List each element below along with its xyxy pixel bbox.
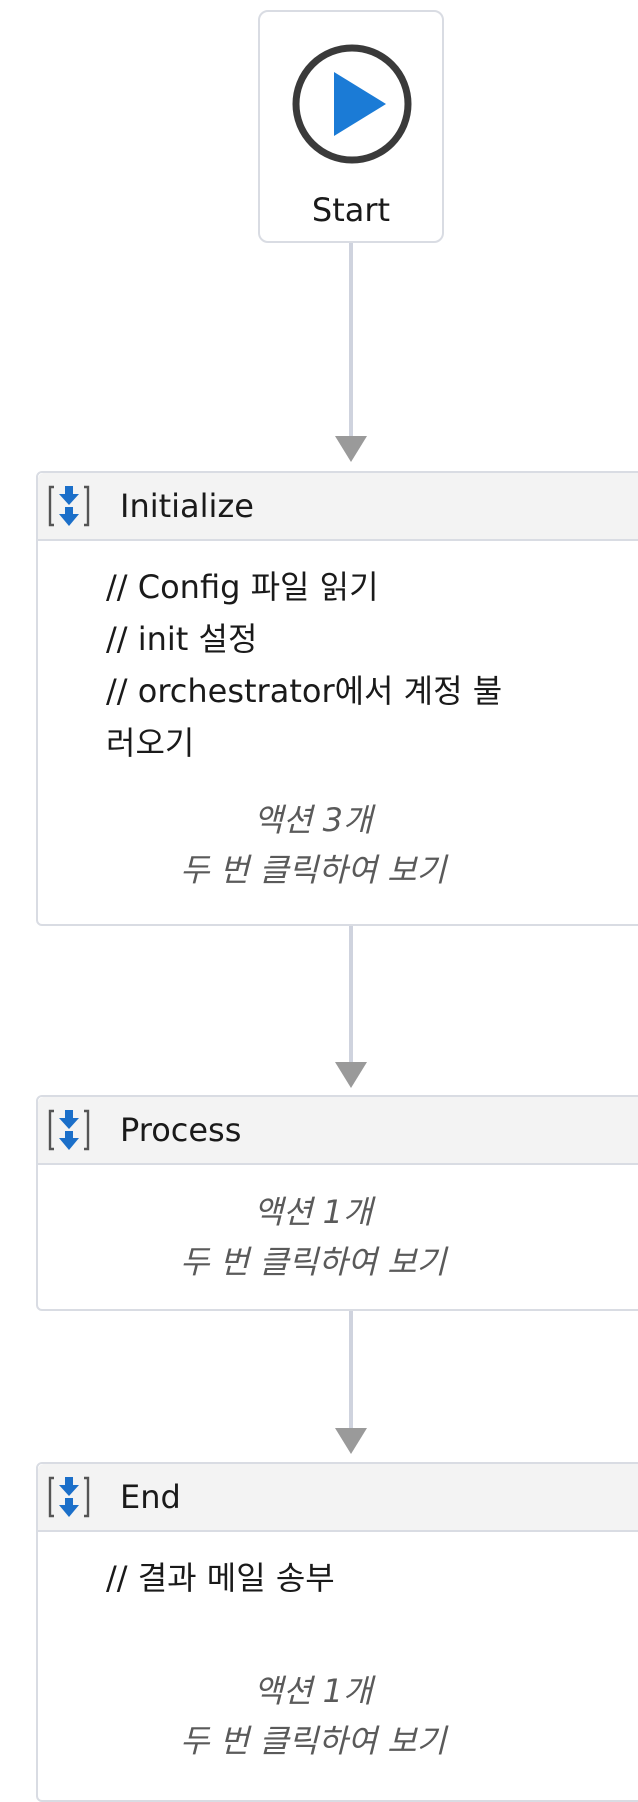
sequence-icon bbox=[48, 1476, 90, 1518]
connector-start-initialize bbox=[349, 243, 353, 451]
comment-line: // orchestrator에서 계정 불 bbox=[106, 672, 503, 710]
comment-line: 러오기 bbox=[106, 724, 195, 762]
sequence-body: // 결과 메일 송부 액션 1개 두 번 클릭하여 보기 bbox=[38, 1532, 638, 1802]
arrow-head bbox=[335, 1428, 367, 1454]
start-node[interactable]: Start bbox=[258, 10, 444, 243]
action-count: 액션 3개 bbox=[253, 801, 373, 839]
double-click-hint: 두 번 클릭하여 보기 bbox=[179, 851, 447, 889]
comment-block: // Config 파일 읽기 // init 설정 // orchestrat… bbox=[106, 561, 586, 769]
double-click-hint: 두 번 클릭하여 보기 bbox=[179, 1722, 447, 1760]
action-count: 액션 1개 bbox=[253, 1672, 373, 1710]
sequence-end[interactable]: End // 결과 메일 송부 액션 1개 두 번 클릭하여 보기 bbox=[36, 1462, 638, 1802]
sequence-title: Initialize bbox=[120, 487, 254, 525]
connector-initialize-process bbox=[349, 926, 353, 1076]
arrow-head bbox=[335, 436, 367, 462]
sequence-header: Initialize bbox=[38, 473, 638, 541]
arrow-head bbox=[335, 1062, 367, 1088]
sequence-header: End bbox=[38, 1464, 638, 1532]
connector-process-end bbox=[349, 1311, 353, 1441]
sequence-title: Process bbox=[120, 1111, 242, 1149]
action-count: 액션 1개 bbox=[253, 1193, 373, 1231]
sequence-body: 액션 1개 두 번 클릭하여 보기 bbox=[38, 1165, 638, 1311]
action-hint: 액션 3개 두 번 클릭하여 보기 bbox=[38, 795, 638, 895]
action-hint: 액션 1개 두 번 클릭하여 보기 bbox=[38, 1187, 638, 1287]
sequence-process[interactable]: Process 액션 1개 두 번 클릭하여 보기 bbox=[36, 1095, 638, 1311]
comment-block: // 결과 메일 송부 bbox=[106, 1552, 586, 1604]
play-circle-icon bbox=[292, 44, 412, 164]
comment-line: // 결과 메일 송부 bbox=[106, 1559, 335, 1597]
sequence-header: Process bbox=[38, 1097, 638, 1165]
comment-line: // Config 파일 읽기 bbox=[106, 568, 379, 606]
start-label: Start bbox=[311, 191, 391, 229]
action-hint: 액션 1개 두 번 클릭하여 보기 bbox=[38, 1666, 638, 1766]
double-click-hint: 두 번 클릭하여 보기 bbox=[179, 1243, 447, 1281]
sequence-body: // Config 파일 읽기 // init 설정 // orchestrat… bbox=[38, 541, 638, 926]
sequence-icon bbox=[48, 485, 90, 527]
sequence-icon bbox=[48, 1109, 90, 1151]
sequence-initialize[interactable]: Initialize // Config 파일 읽기 // init 설정 //… bbox=[36, 471, 638, 926]
comment-line: // init 설정 bbox=[106, 620, 258, 658]
sequence-title: End bbox=[120, 1478, 181, 1516]
